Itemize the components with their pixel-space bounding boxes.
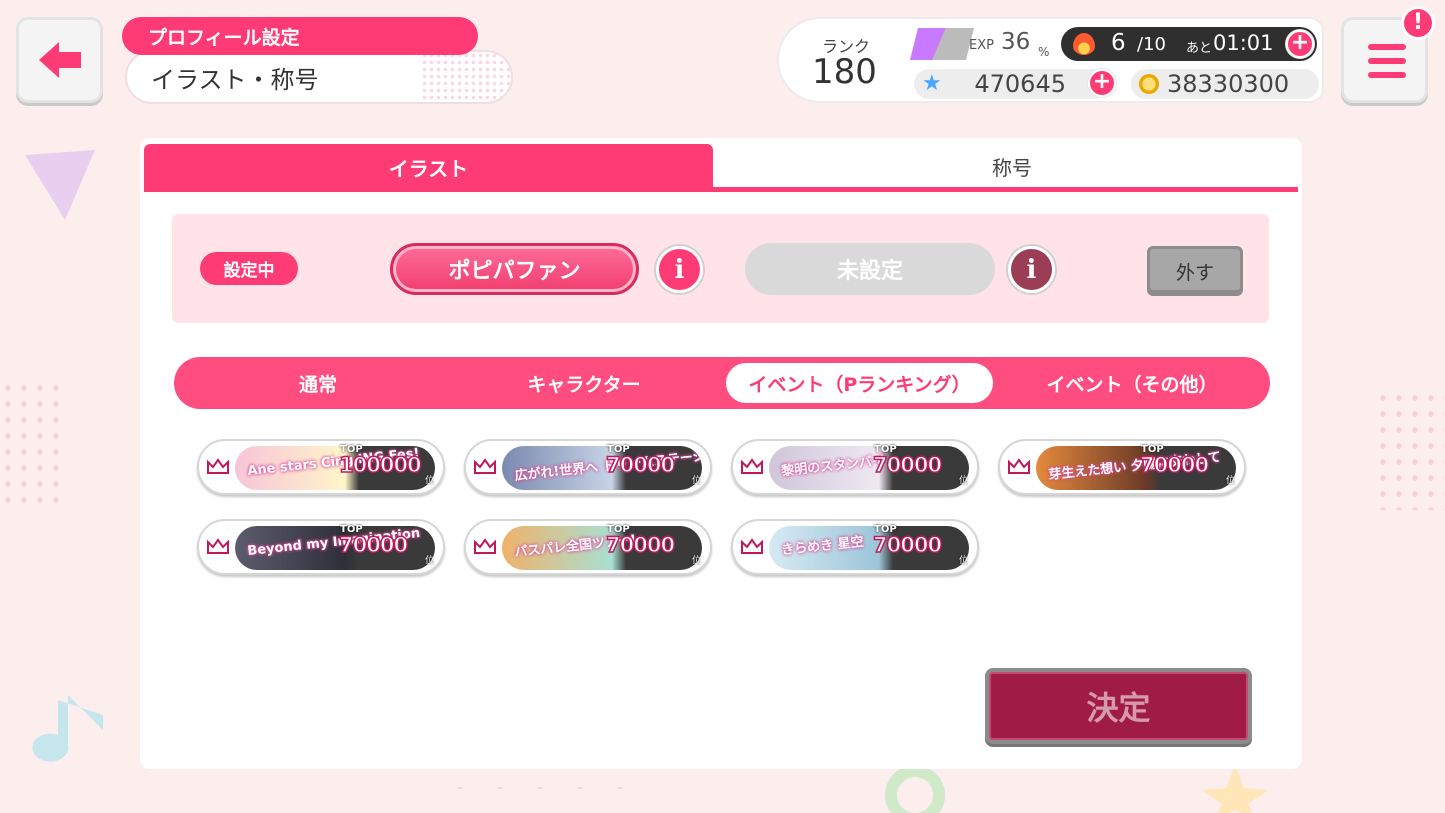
title-badge[interactable]: 広がれ!世界へ ドリームステージ TOP 70000 位 <box>464 439 712 495</box>
menu-icon-line <box>1368 58 1406 64</box>
crown-icon <box>1008 458 1030 474</box>
filter-normal[interactable]: 通常 <box>198 363 438 403</box>
notification-badge: ! <box>1401 6 1435 40</box>
menu-icon <box>1368 44 1406 50</box>
arrow-left-icon <box>38 42 81 78</box>
current-setting-tag: 設定中 <box>200 252 298 285</box>
filter-character[interactable]: キャラクター <box>464 363 704 403</box>
crown-icon <box>741 538 763 554</box>
filter-event-p-ranking[interactable]: イベント（Pランキング） <box>726 363 993 403</box>
coin-icon <box>1139 74 1159 94</box>
title-badge[interactable]: パスパレ全国ツアー! TOP 70000 位 <box>464 519 712 575</box>
filter-event-other[interactable]: イベント（その他） <box>1012 363 1252 403</box>
stamina-max: /10 <box>1137 34 1166 55</box>
badge-rank-suffix: 位 <box>692 556 702 566</box>
exp-gauge <box>910 28 974 60</box>
back-button[interactable] <box>16 17 103 103</box>
info-icon[interactable]: i <box>656 246 703 293</box>
star-gem-value: 470645 <box>974 70 1066 98</box>
stamina-current: 6 <box>1111 30 1126 56</box>
exp-label: EXP <box>969 38 994 53</box>
status-panel: ランク 180 EXP 36 % 6 /10 あと 01:01 + ★ 4706… <box>777 17 1324 103</box>
bg-triangle-shape <box>25 150 95 220</box>
badge-rank: 70000 <box>872 452 943 478</box>
badge-rank: 70000 <box>1139 452 1210 478</box>
crown-icon <box>474 538 496 554</box>
rank-value: 180 <box>812 52 877 92</box>
badge-art-text: きらめき 星空 <box>780 534 865 559</box>
decide-button[interactable]: 決定 <box>985 668 1252 744</box>
bg-dots-right <box>1375 390 1445 510</box>
crown-icon <box>207 458 229 474</box>
title-badge[interactable]: Beyond my Imagination TOP 70000 位 <box>197 519 445 575</box>
tab-illust[interactable]: イラスト <box>144 144 713 191</box>
info-icon[interactable]: i <box>1008 246 1055 293</box>
current-title-1[interactable]: ポピパファン <box>390 243 639 295</box>
badge-rank-suffix: 位 <box>1226 476 1236 486</box>
crown-icon <box>207 538 229 554</box>
menu-icon-line <box>1368 72 1406 78</box>
stamina-timer: 01:01 <box>1213 31 1274 55</box>
coin-counter: 38330300 <box>1131 69 1319 99</box>
coin-value: 38330300 <box>1167 70 1290 98</box>
current-title-2[interactable]: 未設定 <box>745 243 995 295</box>
badge-rank-suffix: 位 <box>692 476 702 486</box>
main-panel: イラスト 称号 設定中 ポピパファン i 未設定 i 外す 通常 キャラクター … <box>140 138 1302 769</box>
badge-rank-suffix: 位 <box>425 556 435 566</box>
current-setting-box: 設定中 ポピパファン i 未設定 i 外す <box>172 214 1269 323</box>
stamina-remaining-label: あと <box>1186 41 1213 56</box>
badge-rank: 70000 <box>338 532 409 558</box>
tab-title[interactable]: 称号 <box>726 144 1298 191</box>
filter-bar: 通常 キャラクター イベント（Pランキング） イベント（その他） <box>174 357 1270 409</box>
badge-art-text: 黎明のスタンバイ <box>780 453 886 480</box>
bg-note-icon <box>32 695 103 762</box>
exp-unit: % <box>1038 45 1050 59</box>
badge-rank: 70000 <box>605 532 676 558</box>
title-badge[interactable]: きらめき 星空 TOP 70000 位 <box>731 519 979 575</box>
flame-icon <box>1073 33 1095 55</box>
star-icon: ★ <box>922 71 942 96</box>
bg-dots-left <box>0 380 60 510</box>
star-gem-counter: ★ 470645 + <box>914 69 1116 99</box>
page-title: イラスト・称号 <box>125 50 513 104</box>
badge-rank: 70000 <box>872 532 943 558</box>
section-label: プロフィール設定 <box>122 17 478 55</box>
exp-value: 36 <box>1001 29 1031 55</box>
crown-icon <box>741 458 763 474</box>
title-badge[interactable]: 黎明のスタンバイ TOP 70000 位 <box>731 439 979 495</box>
tab-underline <box>144 187 1298 192</box>
add-stamina-button[interactable]: + <box>1286 30 1314 58</box>
badge-rank-suffix: 位 <box>959 556 969 566</box>
remove-button[interactable]: 外す <box>1147 246 1243 296</box>
bg-dots-bottom <box>440 780 640 800</box>
badge-rank-suffix: 位 <box>425 476 435 486</box>
badge-rank: 100000 <box>338 452 422 478</box>
crown-icon <box>474 458 496 474</box>
badge-rank-suffix: 位 <box>959 476 969 486</box>
stamina-bar: 6 /10 あと 01:01 + <box>1061 27 1317 61</box>
title-badge[interactable]: 芽生えた想い 夕陽に交わして TOP 70000 位 <box>998 439 1246 495</box>
badge-rank: 70000 <box>605 452 676 478</box>
add-star-gem-button[interactable]: + <box>1088 69 1116 97</box>
title-badge[interactable]: Ane stars Cing ING Fes! TOP 100000 位 <box>197 439 445 495</box>
